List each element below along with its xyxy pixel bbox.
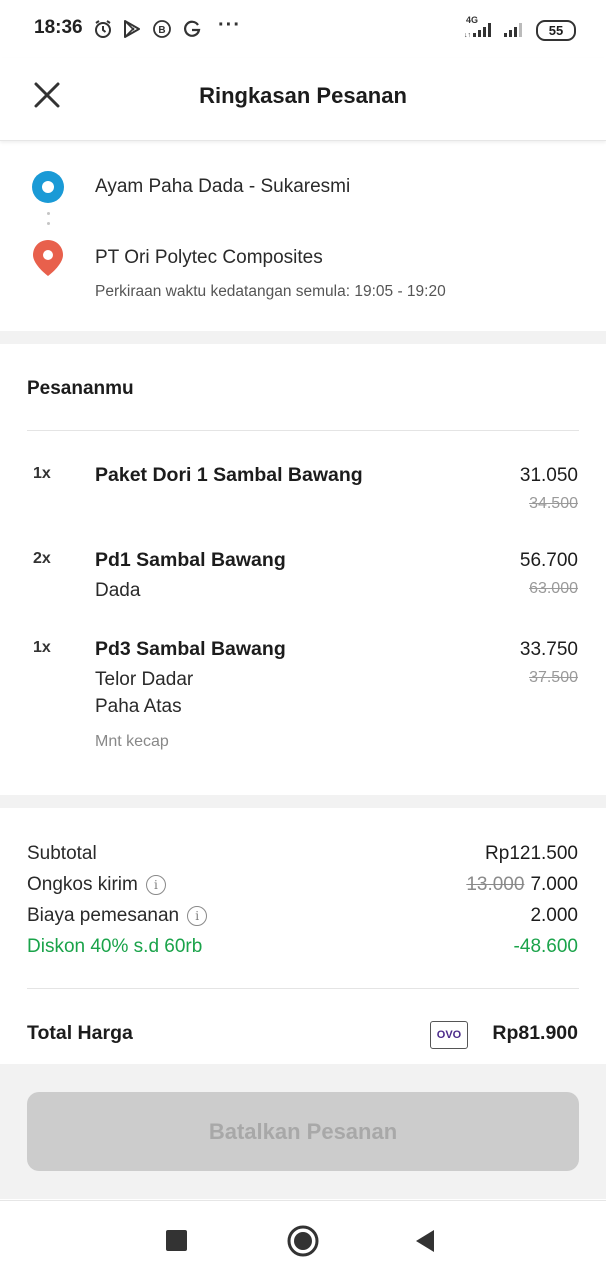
subtotal-value: Rp121.500	[485, 843, 578, 864]
info-icon[interactable]: i	[187, 906, 208, 926]
origin-name: Ayam Paha Dada - Sukaresmi	[95, 176, 351, 197]
ovo-payment-icon: OVO	[430, 1021, 468, 1049]
order-fee-label-text: Biaya pemesanan	[27, 905, 180, 926]
item-name: Pd1 Sambal Bawang	[95, 549, 286, 571]
delivery-fee-label-text: Ongkos kirim	[27, 874, 138, 895]
item-variant: Dada	[95, 580, 141, 601]
app-header: Ringkasan Pesanan	[0, 58, 606, 141]
more-notifications-icon: ···	[218, 14, 241, 36]
order-section-title: Pesananmu	[27, 378, 134, 399]
back-triangle-icon[interactable]	[414, 1229, 436, 1258]
divider	[27, 988, 579, 989]
system-nav-bar	[0, 1200, 606, 1281]
destination-pin-icon	[31, 239, 65, 282]
origin-marker-icon	[30, 169, 66, 210]
section-divider	[0, 795, 606, 808]
item-quantity: 1x	[33, 465, 51, 482]
play-store-icon	[121, 18, 143, 40]
item-variant: Paha Atas	[95, 696, 182, 717]
item-price: 56.700	[519, 550, 578, 571]
b-icon: B	[151, 18, 173, 40]
order-fee-label: Biaya pemesanan i	[27, 905, 208, 927]
delivery-fee-value: 13.000 7.000	[466, 874, 578, 896]
discount-label-text: Diskon 40% s.d 60rb	[27, 936, 203, 957]
item-note: Mnt kecap	[95, 733, 169, 750]
route-dot	[47, 212, 50, 215]
home-circle-icon[interactable]	[287, 1225, 319, 1262]
subtotal-label: Subtotal	[27, 843, 97, 865]
item-original-price: 34.500	[529, 495, 578, 512]
item-original-price: 37.500	[529, 669, 578, 686]
subtotal-label-text: Subtotal	[27, 843, 97, 864]
discount-label: Diskon 40% s.d 60rb	[27, 936, 202, 958]
google-icon	[181, 18, 203, 40]
alarm-icon	[92, 18, 114, 40]
info-icon[interactable]: i	[145, 875, 166, 895]
cancel-order-button[interactable]: Batalkan Pesanan	[27, 1092, 579, 1171]
eta-text: Perkiraan waktu kedatangan semula: 19:05…	[95, 283, 446, 300]
payment-method-label: OVO	[436, 1029, 462, 1041]
item-name: Paket Dori 1 Sambal Bawang	[95, 464, 363, 486]
item-price: 33.750	[519, 639, 578, 660]
order-fee-value: 2.000	[530, 905, 578, 926]
item-quantity: 2x	[33, 550, 51, 567]
section-divider	[0, 331, 606, 344]
divider	[27, 430, 579, 431]
svg-text:B: B	[158, 25, 165, 36]
status-time: 18:36	[34, 17, 83, 38]
total-value: Rp81.900	[492, 1022, 578, 1044]
status-bar: 18:36 B ··· 4G ↓↑ 55	[0, 0, 606, 58]
item-name: Pd3 Sambal Bawang	[95, 638, 286, 660]
item-original-price: 63.000	[529, 580, 578, 597]
item-quantity: 1x	[33, 639, 51, 656]
destination-name: PT Ori Polytec Composites	[95, 247, 323, 268]
item-variant: Telor Dadar	[95, 669, 194, 690]
discount-value: -48.600	[513, 936, 578, 957]
signal-icon-2	[503, 22, 527, 43]
total-label: Total Harga	[27, 1022, 133, 1044]
route-dot	[47, 222, 50, 225]
battery-indicator: 55	[536, 20, 576, 41]
signal-icon: ↓↑	[464, 22, 494, 43]
square-nav-icon[interactable]	[166, 1230, 187, 1251]
page-title: Ringkasan Pesanan	[199, 83, 407, 108]
delivery-fee-original: 13.000	[466, 874, 525, 895]
delivery-fee-current: 7.000	[530, 874, 578, 895]
delivery-fee-label: Ongkos kirim i	[27, 874, 166, 896]
svg-text:↓↑: ↓↑	[464, 32, 471, 38]
item-price: 31.050	[519, 465, 578, 486]
